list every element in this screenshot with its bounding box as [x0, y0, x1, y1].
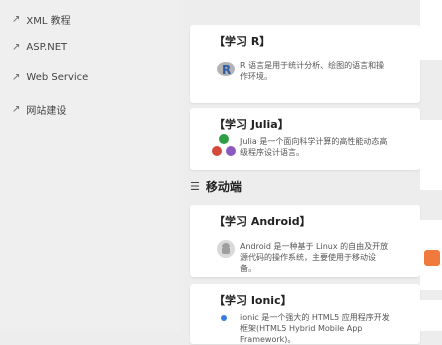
- app-logo-icon: [424, 250, 440, 266]
- sidebar-item-label: 网站建设: [26, 106, 67, 117]
- card-android[interactable]: 【学习 Android】 Android 是一种基于 Linux 的自由及开放源…: [190, 205, 420, 277]
- sidebar-item-xml[interactable]: ↗ XML 教程: [12, 12, 71, 27]
- external-link-icon: ↗: [12, 42, 21, 53]
- r-logo-icon: R: [217, 62, 235, 77]
- julia-logo-icon: [212, 134, 236, 156]
- ionic-logo-icon: [221, 315, 227, 321]
- external-link-icon: ↗: [12, 14, 21, 25]
- sidebar-item-label: XML 教程: [26, 16, 71, 27]
- external-link-icon: ↗: [12, 72, 21, 83]
- card-description: Android 是一种基于 Linux 的自由及开放源代码的操作系统，主要使用于…: [240, 242, 389, 273]
- edge-card[interactable]: [420, 0, 442, 60]
- card-description: ionic 是一个强大的 HTML5 应用程序开发框架(HTML5 Hybrid…: [240, 313, 390, 344]
- card-julia[interactable]: 【学习 Julia】 Julia 是一个面向科学计算的高性能动态高级程序设计语言…: [190, 108, 420, 170]
- edge-card[interactable]: [420, 300, 442, 331]
- section-title: 移动端: [205, 180, 242, 194]
- card-title: 【学习 Julia】: [214, 118, 289, 131]
- sidebar-item-label: Web Service: [26, 72, 89, 83]
- external-link-icon: ↗: [12, 104, 21, 115]
- android-logo-icon: [217, 240, 235, 258]
- section-mobile-header: ☰ 移动端: [190, 178, 242, 195]
- sidebar-item-label: ASP.NET: [26, 42, 68, 53]
- card-title: 【学习 R】: [214, 35, 271, 48]
- main-content: 【学习 R】 R R 语言是用于统计分析、绘图的语言和操作环境。 【学习 Jul…: [190, 0, 420, 344]
- svg-text:R: R: [222, 63, 231, 77]
- card-description: R 语言是用于统计分析、绘图的语言和操作环境。: [240, 61, 385, 81]
- card-r[interactable]: 【学习 R】 R R 语言是用于统计分析、绘图的语言和操作环境。: [190, 25, 420, 103]
- card-description: Julia 是一个面向科学计算的高性能动态高级程序设计语言。: [240, 137, 388, 157]
- edge-card[interactable]: [420, 120, 442, 190]
- card-title: 【学习 Android】: [214, 215, 311, 228]
- card-title: 【学习 Ionic】: [214, 294, 292, 307]
- sidebar-item-aspnet[interactable]: ↗ ASP.NET: [12, 42, 67, 53]
- sidebar-item-webservice[interactable]: ↗ Web Service: [12, 72, 88, 83]
- list-icon: ☰: [190, 180, 200, 193]
- sidebar: ↗ XML 教程 ↗ ASP.NET ↗ Web Service ↗ 网站建设: [0, 0, 180, 331]
- sidebar-item-website[interactable]: ↗ 网站建设: [12, 102, 66, 117]
- card-ionic[interactable]: 【学习 Ionic】 ionic 是一个强大的 HTML5 应用程序开发框架(H…: [190, 284, 420, 344]
- edge-card[interactable]: [420, 220, 442, 290]
